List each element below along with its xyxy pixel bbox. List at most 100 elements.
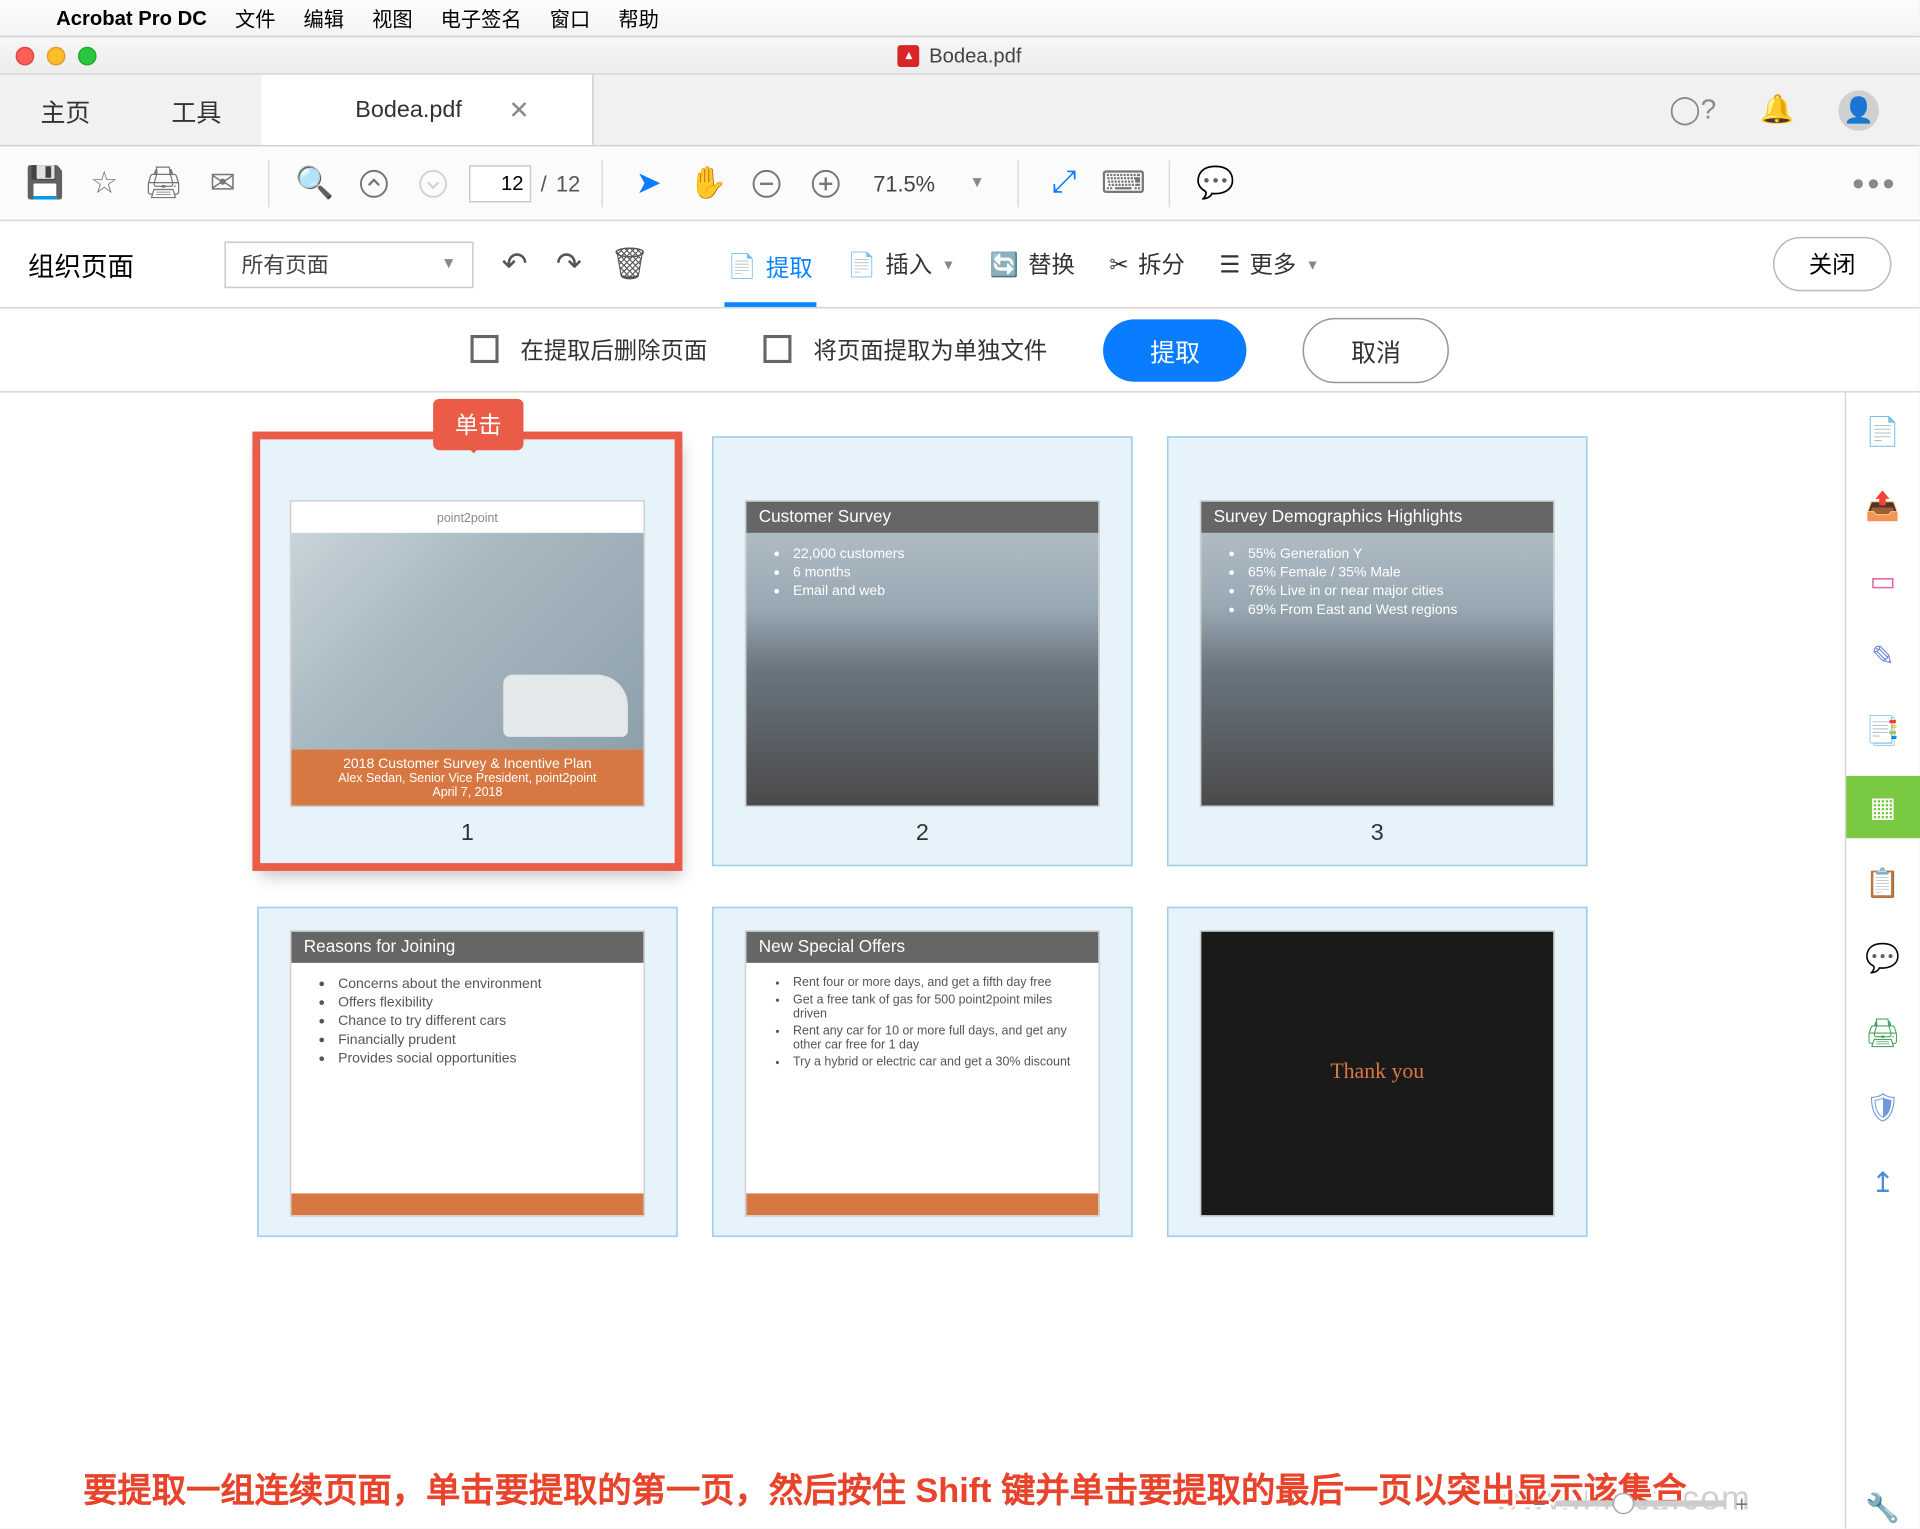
delete-after-checkbox[interactable]: 在提取后删除页面 bbox=[470, 333, 707, 366]
menu-view[interactable]: 视图 bbox=[372, 3, 413, 33]
organize-pages-icon[interactable]: ▦ bbox=[1845, 776, 1920, 838]
replace-icon: 🔄 bbox=[990, 250, 1019, 278]
zoom-minus-icon[interactable]: − bbox=[1524, 1491, 1555, 1516]
tab-home[interactable]: 主页 bbox=[0, 75, 131, 145]
comment-tool-icon[interactable]: 💬 bbox=[1863, 938, 1904, 979]
page-thumb-3[interactable]: Survey Demographics Highlights 55% Gener… bbox=[1167, 436, 1588, 866]
thumb-number: 2 bbox=[745, 820, 1100, 846]
more-button[interactable]: ☰ 更多 ▼ bbox=[1216, 241, 1323, 286]
comment-icon[interactable]: 💬 bbox=[1192, 160, 1239, 207]
extract-options-bar: 在提取后删除页面 将页面提取为单独文件 提取 取消 bbox=[0, 308, 1919, 392]
page-down-icon[interactable] bbox=[410, 160, 457, 207]
edit-pdf-icon[interactable]: ▭ bbox=[1863, 561, 1904, 602]
protect-icon[interactable]: 🛡 bbox=[1863, 1087, 1904, 1128]
split-button[interactable]: ✂ 拆分 bbox=[1106, 241, 1188, 286]
avatar[interactable]: 👤 bbox=[1838, 90, 1879, 131]
slide1-brand: point2point bbox=[291, 502, 643, 533]
split-label: 拆分 bbox=[1138, 248, 1185, 281]
thumb-zoom-slider[interactable]: − + bbox=[1524, 1491, 1758, 1516]
replace-button[interactable]: 🔄 替换 bbox=[987, 241, 1078, 286]
slide2-title: Customer Survey bbox=[746, 502, 1098, 533]
page-thumb-2[interactable]: Customer Survey 22,000 customers 6 month… bbox=[712, 436, 1133, 866]
read-mode-icon[interactable]: ⌨ bbox=[1100, 160, 1147, 207]
tab-tools[interactable]: 工具 bbox=[131, 75, 262, 145]
star-icon[interactable]: ☆ bbox=[81, 160, 128, 207]
share-icon[interactable]: ↥ bbox=[1863, 1162, 1904, 1203]
insert-label: 插入 bbox=[885, 248, 932, 281]
slide1-sub2: April 7, 2018 bbox=[294, 785, 640, 799]
delete-icon[interactable]: 🗑 bbox=[610, 245, 650, 284]
menu-file[interactable]: 文件 bbox=[235, 3, 276, 33]
page-thumb-6[interactable]: Thank you bbox=[1167, 907, 1588, 1237]
bell-icon[interactable]: 🔔 bbox=[1760, 93, 1795, 126]
thumbnail-area[interactable]: 单击 point2point 2018 Customer Survey & In… bbox=[0, 393, 1845, 1529]
pdf-icon: ▴ bbox=[898, 44, 920, 66]
replace-label: 替换 bbox=[1028, 248, 1075, 281]
zoom-out-icon[interactable] bbox=[744, 160, 791, 207]
settings-icon[interactable]: 🔧 bbox=[1863, 1488, 1904, 1529]
extract-cancel-button[interactable]: 取消 bbox=[1303, 317, 1449, 382]
insert-button[interactable]: 📄 插入 ▼ bbox=[844, 241, 959, 286]
print-icon[interactable]: 🖨 bbox=[140, 160, 187, 207]
thumb-number: 1 bbox=[290, 820, 645, 846]
slide6-title: Thank you bbox=[1201, 932, 1553, 1216]
checkbox-icon bbox=[470, 335, 498, 363]
select-tool-icon[interactable]: ➤ bbox=[625, 160, 672, 207]
more-icon: ☰ bbox=[1219, 250, 1240, 278]
tab-close-icon[interactable]: ✕ bbox=[509, 94, 530, 125]
slide5-b3: Rent any car for 10 or more full days, a… bbox=[793, 1024, 1077, 1052]
window-title: Bodea.pdf bbox=[929, 44, 1021, 67]
fit-icon[interactable]: ⤢ bbox=[1041, 160, 1088, 207]
export-pdf-icon[interactable]: 📤 bbox=[1863, 486, 1904, 527]
slide3-b3: 76% Live in or near major cities bbox=[1248, 583, 1532, 599]
zoom-dropdown[interactable]: 71.5% ▼ bbox=[862, 166, 995, 200]
help-icon[interactable]: ◯? bbox=[1669, 93, 1716, 126]
slide5-title: New Special Offers bbox=[746, 932, 1098, 963]
main-toolbar: 💾 ☆ 🖨 ✉ 🔍 / 12 ➤ ✋ 71.5% ▼ ⤢ ⌨ bbox=[0, 146, 1919, 221]
slide5-b2: Get a free tank of gas for 500 point2poi… bbox=[793, 992, 1077, 1020]
extract-confirm-button[interactable]: 提取 bbox=[1103, 319, 1246, 381]
combine-icon[interactable]: 📑 bbox=[1863, 710, 1904, 751]
menu-edit[interactable]: 编辑 bbox=[304, 3, 345, 33]
separate-files-checkbox[interactable]: 将页面提取为单独文件 bbox=[763, 333, 1047, 366]
slide5-b4: Try a hybrid or electric car and get a 3… bbox=[793, 1055, 1077, 1069]
callout-label: 单击 bbox=[433, 399, 523, 450]
mail-icon[interactable]: ✉ bbox=[199, 160, 246, 207]
hand-tool-icon[interactable]: ✋ bbox=[685, 160, 732, 207]
menu-esign[interactable]: 电子签名 bbox=[441, 3, 522, 33]
page-range-value: 所有页面 bbox=[241, 249, 328, 280]
macos-menubar: Acrobat Pro DC 文件 编辑 视图 电子签名 窗口 帮助 bbox=[0, 0, 1919, 37]
zoom-plus-icon[interactable]: + bbox=[1726, 1491, 1757, 1516]
checkbox-icon bbox=[763, 335, 791, 363]
save-icon[interactable]: 💾 bbox=[22, 160, 69, 207]
page-up-icon[interactable] bbox=[351, 160, 398, 207]
zoom-in-icon[interactable] bbox=[803, 160, 850, 207]
menu-window[interactable]: 窗口 bbox=[550, 3, 591, 33]
slide2-b1: 22,000 customers bbox=[793, 545, 1077, 561]
page-thumb-4[interactable]: Reasons for Joining Concerns about the e… bbox=[257, 907, 678, 1237]
scan-icon[interactable]: 🖨 bbox=[1863, 1013, 1904, 1054]
page-sep: / bbox=[541, 171, 547, 196]
tab-document[interactable]: Bodea.pdf ✕ bbox=[262, 75, 594, 145]
page-thumb-5[interactable]: New Special Offers Rent four or more day… bbox=[712, 907, 1133, 1237]
slide2-b2: 6 months bbox=[793, 564, 1077, 580]
rotate-right-icon[interactable]: ↷ bbox=[556, 245, 582, 284]
separate-files-label: 将页面提取为单独文件 bbox=[814, 338, 1048, 364]
redact-icon[interactable]: 📋 bbox=[1863, 863, 1904, 904]
sign-icon[interactable]: ✎ bbox=[1863, 636, 1904, 677]
slide3-title: Survey Demographics Highlights bbox=[1201, 502, 1553, 533]
more-tools-icon[interactable]: ••• bbox=[1852, 163, 1897, 204]
slide4-b5: Provides social opportunities bbox=[338, 1050, 622, 1066]
page-thumb-1[interactable]: point2point 2018 Customer Survey & Incen… bbox=[257, 436, 678, 866]
extract-button[interactable]: 📄 提取 bbox=[724, 244, 815, 306]
page-range-dropdown[interactable]: 所有页面 ▼ bbox=[224, 241, 473, 288]
search-icon[interactable]: 🔍 bbox=[291, 160, 338, 207]
insert-icon: 📄 bbox=[847, 250, 876, 278]
menu-help[interactable]: 帮助 bbox=[618, 3, 659, 33]
close-organize-button[interactable]: 关闭 bbox=[1773, 237, 1891, 292]
rotate-left-icon[interactable]: ↶ bbox=[502, 245, 528, 284]
slide4-b4: Financially prudent bbox=[338, 1031, 622, 1047]
page-number-input[interactable] bbox=[469, 164, 531, 201]
create-pdf-icon[interactable]: 📄 bbox=[1863, 411, 1904, 452]
app-name[interactable]: Acrobat Pro DC bbox=[56, 6, 207, 29]
